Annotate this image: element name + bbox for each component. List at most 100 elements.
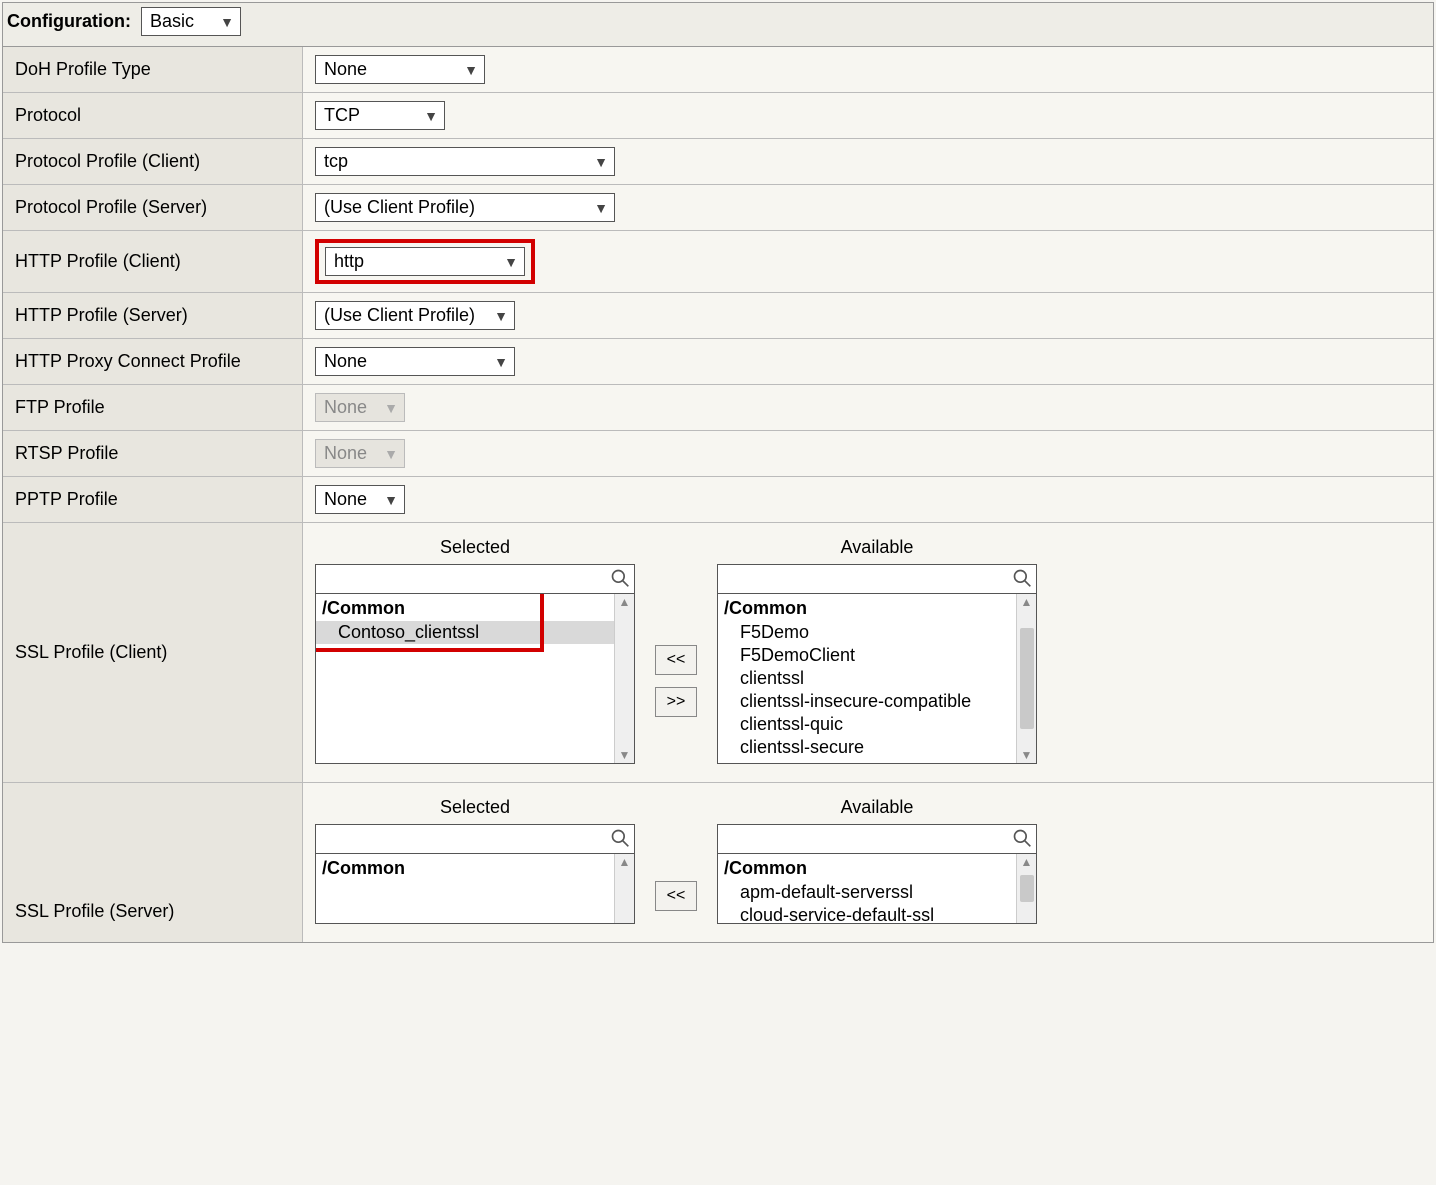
configuration-select-value: Basic — [150, 11, 194, 32]
scroll-up-icon: ▲ — [619, 594, 631, 610]
ssl-client-selected-listbox[interactable]: /Common Contoso_clientssl ▲ ▼ — [315, 594, 635, 764]
select-protocol-profile-client[interactable]: tcp ▼ — [315, 147, 615, 176]
scroll-down-icon: ▼ — [1021, 747, 1033, 763]
label-ssl-profile-client: SSL Profile (Client) — [3, 523, 303, 782]
list-item[interactable]: apm-default-serverssl — [718, 881, 1016, 904]
scrollbar[interactable]: ▲ ▼ — [1016, 594, 1036, 763]
select-doh-profile-type[interactable]: None ▼ — [315, 55, 485, 84]
ssl-client-available-listbox[interactable]: /Common F5Demo F5DemoClient clientssl cl… — [717, 594, 1037, 764]
select-protocol[interactable]: TCP ▼ — [315, 101, 445, 130]
label-pptp-profile: PPTP Profile — [3, 477, 303, 522]
label-doh-profile-type: DoH Profile Type — [3, 47, 303, 92]
select-pptp-profile[interactable]: None ▼ — [315, 485, 405, 514]
ssl-client-selected-search-input[interactable] — [316, 566, 634, 592]
ssl-client-selected-group: /Common — [316, 596, 614, 621]
ssl-server-selected-search[interactable] — [315, 824, 635, 854]
label-ftp-profile: FTP Profile — [3, 385, 303, 430]
label-rtsp-profile: RTSP Profile — [3, 431, 303, 476]
chevron-down-icon: ▼ — [384, 446, 398, 462]
ssl-server-selected-listbox[interactable]: /Common ▲ ▼ — [315, 854, 635, 924]
label-ssl-profile-server: SSL Profile (Server) — [3, 783, 303, 942]
ssl-client-dual-list: Selected /Common Contoso_clientssl — [315, 531, 1421, 774]
ssl-server-available-column: Available /Common apm-default-serverssl … — [717, 797, 1037, 924]
ssl-client-selected-search[interactable] — [315, 564, 635, 594]
scroll-down-icon: ▼ — [619, 747, 631, 763]
highlight-http-profile-client: http ▼ — [315, 239, 535, 284]
label-http-profile-client: HTTP Profile (Client) — [3, 231, 303, 292]
ssl-server-available-listbox[interactable]: /Common apm-default-serverssl cloud-serv… — [717, 854, 1037, 924]
chevron-down-icon: ▼ — [494, 354, 508, 370]
ssl-server-available-search[interactable] — [717, 824, 1037, 854]
row-rtsp-profile: RTSP Profile None ▼ — [3, 431, 1433, 477]
scrollbar[interactable]: ▲ ▼ — [614, 594, 634, 763]
chevron-down-icon: ▼ — [594, 154, 608, 170]
select-http-profile-client[interactable]: http ▼ — [325, 247, 525, 276]
chevron-down-icon: ▼ — [594, 200, 608, 216]
ssl-server-available-title: Available — [717, 797, 1037, 824]
move-left-button[interactable]: << — [655, 645, 697, 675]
list-item[interactable]: clientssl-secure — [718, 736, 1016, 759]
scroll-up-icon: ▲ — [1021, 854, 1033, 870]
ssl-client-available-search[interactable] — [717, 564, 1037, 594]
ssl-client-available-search-input[interactable] — [718, 566, 1036, 592]
row-ssl-profile-server: SSL Profile (Server) Selected /Common — [3, 783, 1433, 942]
ssl-server-selected-group: /Common — [316, 856, 614, 881]
ssl-client-available-group: /Common — [718, 596, 1016, 621]
ssl-client-selected-item[interactable]: Contoso_clientssl — [316, 621, 614, 644]
select-http-profile-server[interactable]: (Use Client Profile) ▼ — [315, 301, 515, 330]
row-doh-profile-type: DoH Profile Type None ▼ — [3, 47, 1433, 93]
chevron-down-icon: ▼ — [424, 108, 438, 124]
row-ssl-profile-client: SSL Profile (Client) Selected /Common — [3, 523, 1433, 783]
ssl-client-available-column: Available /Common F5Demo F5DemoClient — [717, 537, 1037, 764]
select-rtsp-profile: None ▼ — [315, 439, 405, 468]
ssl-server-available-search-input[interactable] — [718, 826, 1036, 852]
list-item[interactable]: F5DemoClient — [718, 644, 1016, 667]
ssl-server-dual-list: Selected /Common ▲ — [315, 791, 1421, 934]
row-protocol: Protocol TCP ▼ — [3, 93, 1433, 139]
configuration-label: Configuration: — [7, 11, 131, 32]
config-topbar: Configuration: Basic ▼ — [3, 3, 1433, 47]
configuration-select[interactable]: Basic ▼ — [141, 7, 241, 36]
scrollbar[interactable]: ▲ ▼ — [614, 854, 634, 923]
row-pptp-profile: PPTP Profile None ▼ — [3, 477, 1433, 523]
ssl-server-selected-column: Selected /Common ▲ — [315, 797, 635, 924]
move-right-button[interactable]: >> — [655, 687, 697, 717]
chevron-down-icon: ▼ — [494, 308, 508, 324]
list-item[interactable]: clientssl — [718, 667, 1016, 690]
ssl-client-available-title: Available — [717, 537, 1037, 564]
chevron-down-icon: ▼ — [464, 62, 478, 78]
select-http-proxy-connect-profile[interactable]: None ▼ — [315, 347, 515, 376]
list-item[interactable]: F5Demo — [718, 621, 1016, 644]
scroll-up-icon: ▲ — [1021, 594, 1033, 610]
ssl-client-selected-title: Selected — [315, 537, 635, 564]
chevron-down-icon: ▼ — [220, 14, 234, 30]
list-item[interactable]: cloud-service-default-ssl — [718, 904, 1016, 923]
config-panel: Configuration: Basic ▼ DoH Profile Type … — [2, 2, 1434, 943]
list-item[interactable]: clientssl-quic — [718, 713, 1016, 736]
row-protocol-profile-client: Protocol Profile (Client) tcp ▼ — [3, 139, 1433, 185]
select-protocol-profile-server[interactable]: (Use Client Profile) ▼ — [315, 193, 615, 222]
ssl-client-move-buttons: << >> — [655, 537, 697, 764]
move-left-button[interactable]: << — [655, 881, 697, 911]
label-http-profile-server: HTTP Profile (Server) — [3, 293, 303, 338]
list-item[interactable]: clientssl-insecure-compatible — [718, 690, 1016, 713]
label-http-proxy-connect-profile: HTTP Proxy Connect Profile — [3, 339, 303, 384]
scrollbar[interactable]: ▲ ▼ — [1016, 854, 1036, 923]
ssl-server-available-group: /Common — [718, 856, 1016, 881]
select-ftp-profile: None ▼ — [315, 393, 405, 422]
ssl-server-selected-title: Selected — [315, 797, 635, 824]
chevron-down-icon: ▼ — [384, 400, 398, 416]
label-protocol: Protocol — [3, 93, 303, 138]
ssl-server-selected-search-input[interactable] — [316, 826, 634, 852]
chevron-down-icon: ▼ — [504, 254, 518, 270]
row-http-profile-server: HTTP Profile (Server) (Use Client Profil… — [3, 293, 1433, 339]
scroll-thumb[interactable] — [1020, 628, 1034, 729]
row-http-profile-client: HTTP Profile (Client) http ▼ — [3, 231, 1433, 293]
scroll-thumb[interactable] — [1020, 875, 1034, 903]
ssl-server-move-buttons: << — [655, 797, 697, 924]
row-ftp-profile: FTP Profile None ▼ — [3, 385, 1433, 431]
row-http-proxy-connect-profile: HTTP Proxy Connect Profile None ▼ — [3, 339, 1433, 385]
ssl-client-selected-column: Selected /Common Contoso_clientssl — [315, 537, 635, 764]
label-protocol-profile-client: Protocol Profile (Client) — [3, 139, 303, 184]
label-protocol-profile-server: Protocol Profile (Server) — [3, 185, 303, 230]
